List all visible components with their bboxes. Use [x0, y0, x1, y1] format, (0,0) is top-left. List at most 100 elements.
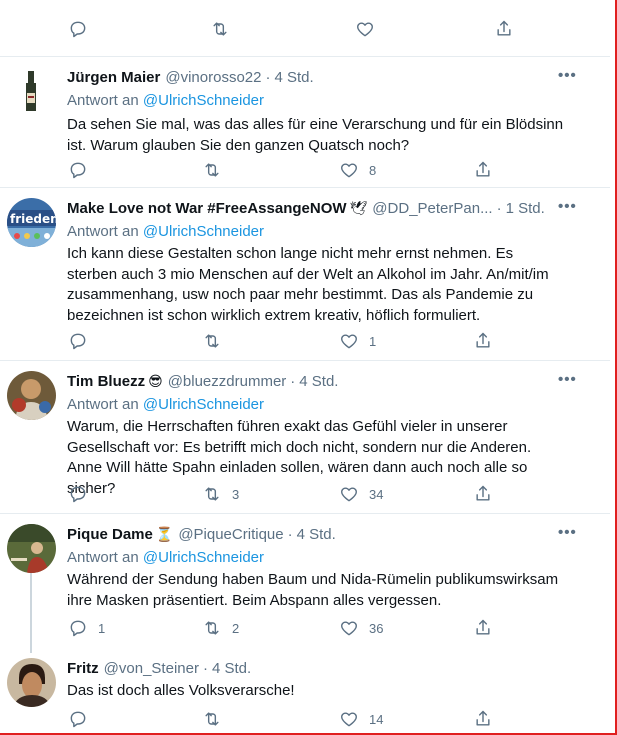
- display-name[interactable]: Jürgen Maier: [67, 69, 160, 86]
- like-count: 1: [369, 333, 377, 349]
- avatar[interactable]: [7, 371, 56, 420]
- reply-icon: [70, 620, 86, 637]
- retweet-button[interactable]: [202, 331, 232, 351]
- tweet-text: Ich kann diese Gestalten schon lange nic…: [67, 245, 549, 324]
- more-options-button[interactable]: •••: [558, 371, 577, 388]
- tweet-header: Make Love not War #FreeAssangeNOW 🕊 @DD_…: [67, 200, 545, 217]
- separator-dot: ·: [496, 200, 502, 217]
- timestamp[interactable]: 4 Std.: [299, 373, 338, 390]
- like-button[interactable]: 1: [339, 331, 376, 351]
- tweet-piquecritique[interactable]: Pique Dame ⏳ @PiqueCritique · 4 Std. •••…: [0, 514, 610, 648]
- retweet-count: 2: [232, 620, 240, 636]
- more-options-button[interactable]: •••: [558, 524, 577, 541]
- display-name[interactable]: Tim Bluezz: [67, 373, 145, 390]
- mention-link[interactable]: @UlrichSchneider: [143, 92, 264, 109]
- wine-bottle-avatar: [7, 67, 56, 116]
- share-button[interactable]: [473, 484, 493, 504]
- share-button[interactable]: [473, 618, 493, 638]
- share-icon: [476, 710, 490, 726]
- more-options-button[interactable]: •••: [558, 67, 577, 84]
- more-options-button[interactable]: •••: [558, 198, 577, 215]
- share-icon: [476, 485, 490, 501]
- like-button[interactable]: 34: [339, 484, 383, 504]
- reply-button[interactable]: 1: [68, 618, 105, 638]
- tweet-vinorosso22[interactable]: Jürgen Maier @vinorosso22 · 4 Std. ••• A…: [0, 57, 610, 188]
- avatar[interactable]: [7, 67, 56, 116]
- reply-button[interactable]: [68, 19, 88, 39]
- heart-icon: [341, 712, 357, 727]
- mention-link[interactable]: @UlrichSchneider: [143, 549, 264, 566]
- separator-dot: ·: [202, 660, 208, 677]
- retweet-icon: [205, 163, 219, 177]
- share-icon: [476, 161, 490, 177]
- username[interactable]: @von_Steiner: [104, 660, 199, 677]
- like-button[interactable]: [355, 19, 375, 39]
- timestamp[interactable]: 1 Std.: [506, 200, 545, 217]
- mention-link[interactable]: @UlrichSchneider: [143, 223, 264, 240]
- like-button[interactable]: 36: [339, 618, 383, 638]
- reply-context: Antwort an @UlrichSchneider: [67, 92, 264, 109]
- heart-icon: [341, 487, 357, 502]
- mention-link[interactable]: @UlrichSchneider: [143, 396, 264, 413]
- timestamp[interactable]: 4 Std.: [297, 526, 336, 543]
- svg-text:frieden: frieden: [10, 212, 56, 226]
- heart-icon: [357, 22, 373, 37]
- share-icon: [497, 20, 511, 36]
- avatar[interactable]: frieden: [7, 198, 56, 247]
- reply-button[interactable]: [68, 160, 98, 180]
- sunglasses-emoji: 😎: [148, 373, 163, 389]
- timestamp[interactable]: 4 Std.: [212, 660, 251, 677]
- tweet-dd-peterpan[interactable]: frieden Make Love not War #FreeAssangeNO…: [0, 188, 610, 361]
- display-name[interactable]: Fritz: [67, 660, 99, 677]
- retweet-icon: [213, 22, 227, 36]
- like-count: 14: [369, 711, 384, 727]
- username[interactable]: @PiqueCritique: [178, 526, 283, 543]
- like-count: 8: [369, 162, 377, 178]
- username[interactable]: @vinorosso22: [165, 69, 261, 86]
- separator-dot: ·: [290, 373, 296, 390]
- avatar[interactable]: [7, 524, 56, 573]
- tweet-bluezzdrummer[interactable]: Tim Bluezz 😎 @bluezzdrummer · 4 Std. •••…: [0, 361, 610, 514]
- tweet-text: Während der Sendung haben Baum und Nida-…: [67, 571, 559, 609]
- retweet-button[interactable]: 2: [202, 618, 239, 638]
- reply-button[interactable]: [68, 484, 98, 504]
- display-name[interactable]: Pique Dame: [67, 526, 153, 543]
- retweet-button[interactable]: [202, 160, 232, 180]
- heart-icon: [341, 334, 357, 349]
- like-button[interactable]: 14: [339, 709, 383, 729]
- display-name[interactable]: Make Love not War #FreeAssangeNOW: [67, 200, 347, 217]
- reply-icon: [70, 486, 86, 503]
- username[interactable]: @bluezzdrummer: [168, 373, 287, 390]
- reply-icon: [70, 21, 86, 38]
- share-button[interactable]: [473, 709, 493, 729]
- reply-button[interactable]: [68, 709, 98, 729]
- reply-context: Antwort an @UlrichSchneider: [67, 549, 264, 566]
- share-icon: [476, 332, 490, 348]
- share-button[interactable]: [473, 331, 493, 351]
- avatar[interactable]: [7, 658, 56, 707]
- retweet-button[interactable]: 3: [202, 484, 239, 504]
- tweet-von-steiner[interactable]: Fritz @von_Steiner · 4 Std. Das ist doch…: [0, 648, 610, 734]
- retweet-button[interactable]: [202, 709, 232, 729]
- tweet-header: Tim Bluezz 😎 @bluezzdrummer · 4 Std.: [67, 373, 338, 390]
- retweet-icon: [205, 621, 219, 635]
- like-button[interactable]: 8: [339, 160, 376, 180]
- dove-emoji: 🕊: [349, 200, 368, 216]
- reply-context: Antwort an @UlrichSchneider: [67, 223, 264, 240]
- heart-icon: [341, 621, 357, 636]
- timestamp[interactable]: 4 Std.: [274, 69, 313, 86]
- share-button[interactable]: [473, 160, 493, 180]
- reply-icon: [70, 162, 86, 179]
- tweet-text: Das ist doch alles Volksverarsche!: [67, 682, 295, 699]
- reply-prefix: Antwort an: [67, 549, 139, 566]
- like-count: 36: [369, 620, 384, 636]
- reply-button[interactable]: [68, 331, 98, 351]
- username[interactable]: @DD_PeterPan...: [372, 200, 492, 217]
- retweet-button[interactable]: [210, 19, 230, 39]
- parent-tweet-actions: [0, 0, 610, 57]
- tweet-header: Jürgen Maier @vinorosso22 · 4 Std.: [67, 69, 314, 86]
- separator-dot: ·: [265, 69, 271, 86]
- retweet-count: 3: [232, 486, 240, 502]
- share-button[interactable]: [494, 19, 514, 39]
- tweet-header: Fritz @von_Steiner · 4 Std.: [67, 660, 251, 677]
